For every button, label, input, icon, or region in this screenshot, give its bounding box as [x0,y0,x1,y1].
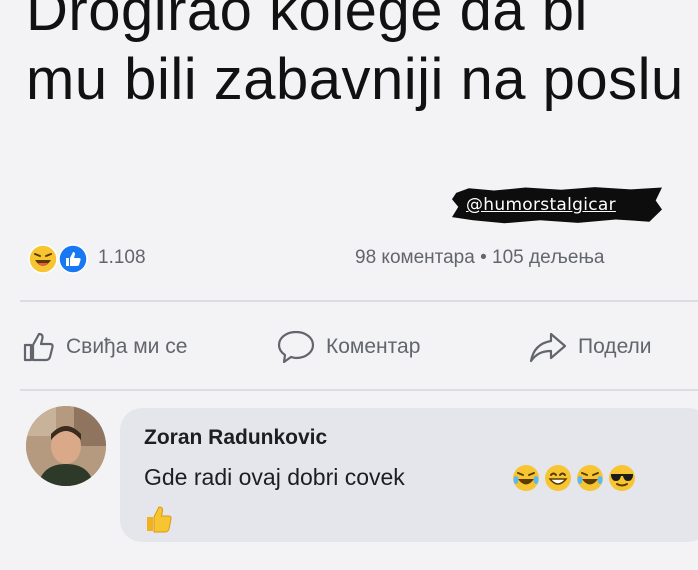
sunglasses-emoji-icon [609,465,635,491]
like-label: Свиђа ми се [66,335,188,358]
comment-label: Коментар [326,335,421,358]
comment-bubble: Zoran Radunkovic Gde radi ovaj dobri cov… [120,408,698,542]
reaction-summary[interactable] [28,244,94,274]
like-reaction-icon [58,244,88,274]
watermark-text: @humorstalgicar [466,195,616,215]
divider-bottom [20,389,698,391]
post-actions-bar: Свиђа ми се Коментар Подели [0,325,698,369]
avatar-photo [26,406,106,486]
post-stats: 1.108 98 коментара • 105 дељења [0,242,698,276]
comment-bubble-icon [277,330,315,364]
comment-button[interactable]: Коментар [276,325,420,369]
grin-emoji-icon [545,465,571,491]
laugh-emoji-icon [28,244,58,274]
comment-author[interactable]: Zoran Radunkovic [144,426,327,450]
share-arrow-icon [529,332,567,363]
reaction-count[interactable]: 1.108 [98,247,146,269]
like-button[interactable]: Свиђа ми се [22,325,187,369]
comments-shares-count[interactable]: 98 коментара • 105 дељења [355,247,604,269]
share-label: Подели [578,335,652,358]
comment-text: Gde radi ovaj dobri covek [144,464,405,490]
rolling-laugh-emoji-icon [513,465,539,491]
watermark: @humorstalgicar [452,186,662,224]
divider-top [20,300,698,302]
partially-visible-comment-actions [144,556,684,570]
avatar[interactable] [26,406,106,486]
thumbs-up-emoji-icon [147,506,172,533]
share-button[interactable]: Подели [528,325,652,369]
thumbs-up-icon [23,332,54,362]
rolling-laugh-emoji-icon [577,465,603,491]
post-headline: Drogirao kolege da bi mu bili zabavniji … [26,0,684,112]
